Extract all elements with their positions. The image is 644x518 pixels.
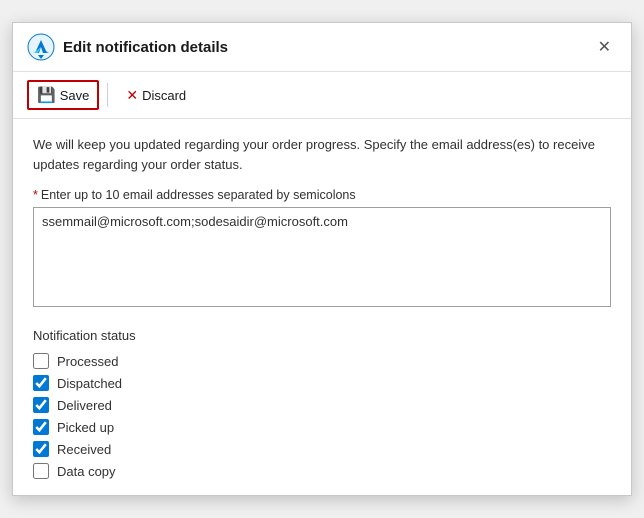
checkbox-received[interactable] (33, 441, 49, 457)
description-text: We will keep you updated regarding your … (33, 135, 611, 174)
save-label: Save (60, 88, 90, 103)
close-button[interactable]: ✕ (592, 35, 617, 59)
list-item: Data copy (33, 463, 611, 479)
checkbox-label: Picked up (57, 420, 114, 435)
checkbox-processed[interactable] (33, 353, 49, 369)
checkbox-list: Processed Dispatched Delivered Picked up Rec… (33, 353, 611, 479)
checkbox-label: Processed (57, 354, 118, 369)
save-icon: 💾 (37, 86, 56, 104)
discard-icon: ✕ (126, 87, 138, 104)
checkbox-data-copy[interactable] (33, 463, 49, 479)
edit-notification-dialog: Edit notification details ✕ 💾 Save ✕ Dis… (12, 22, 632, 496)
dialog-header: Edit notification details ✕ (13, 23, 631, 72)
discard-label: Discard (142, 88, 186, 103)
list-item: Received (33, 441, 611, 457)
dialog-title: Edit notification details (63, 39, 228, 56)
list-item: Dispatched (33, 375, 611, 391)
email-field-label: *Enter up to 10 email addresses separate… (33, 188, 611, 202)
notification-status-title: Notification status (33, 328, 611, 343)
toolbar-divider (107, 83, 108, 107)
list-item: Picked up (33, 419, 611, 435)
list-item: Delivered (33, 397, 611, 413)
email-textarea[interactable] (33, 207, 611, 307)
checkbox-dispatched[interactable] (33, 375, 49, 391)
required-star: * (33, 188, 38, 202)
checkbox-label: Data copy (57, 464, 116, 479)
checkbox-label: Delivered (57, 398, 112, 413)
dialog-body: We will keep you updated regarding your … (13, 119, 631, 495)
checkbox-delivered[interactable] (33, 397, 49, 413)
dialog-toolbar: 💾 Save ✕ Discard (13, 72, 631, 119)
save-button[interactable]: 💾 Save (27, 80, 99, 110)
header-left: Edit notification details (27, 33, 228, 61)
checkbox-picked-up[interactable] (33, 419, 49, 435)
checkbox-label: Received (57, 442, 111, 457)
checkbox-label: Dispatched (57, 376, 122, 391)
discard-button[interactable]: ✕ Discard (116, 81, 196, 110)
azure-icon (27, 33, 55, 61)
list-item: Processed (33, 353, 611, 369)
